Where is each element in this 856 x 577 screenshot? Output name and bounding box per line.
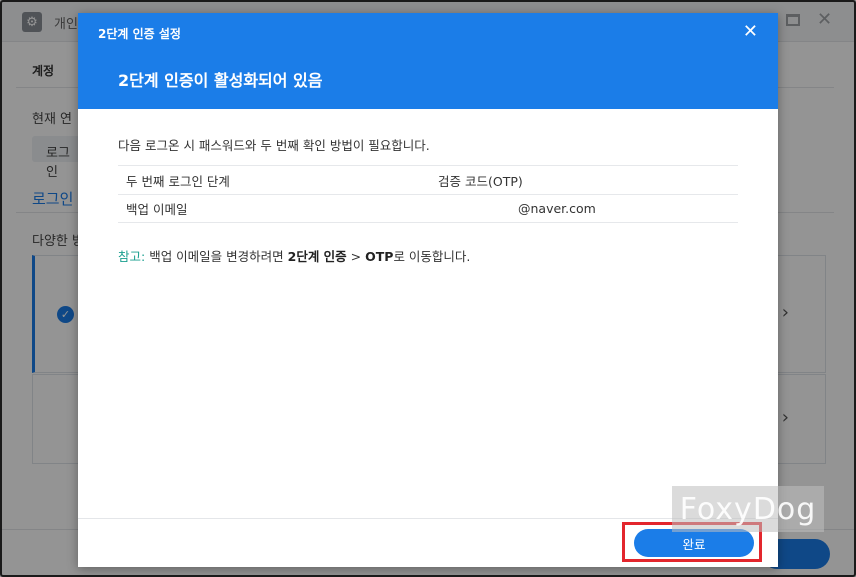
note-link-2fa: 2단계 인증 <box>287 249 347 264</box>
note-text-part: 로 이동합니다. <box>393 249 471 264</box>
row-label: 백업 이메일 <box>126 202 188 217</box>
table-row: 두 번째 로그인 단계 검증 코드(OTP) <box>118 165 738 194</box>
dialog-title: 2단계 인증 설정 <box>98 27 181 41</box>
note-text-part: 백업 이메일을 변경하려면 <box>145 249 288 264</box>
row-value: 검증 코드(OTP) <box>438 173 523 189</box>
note-text-part: > <box>346 249 366 264</box>
info-table: 두 번째 로그인 단계 검증 코드(OTP) 백업 이메일 @naver.com <box>118 165 738 223</box>
close-icon[interactable]: ✕ <box>743 21 758 42</box>
watermark: FoxyDog <box>672 486 824 532</box>
dialog-description: 다음 로그온 시 패스워드와 두 번째 확인 방법이 필요합니다. <box>118 138 430 153</box>
note-label: 참고: <box>118 249 146 264</box>
note-link-otp: OTP <box>365 249 394 264</box>
two-factor-dialog: 2단계 인증 설정 ✕ 2단계 인증이 활성화되어 있음 다음 로그온 시 패스… <box>78 13 778 567</box>
dialog-header: 2단계 인증 설정 ✕ 2단계 인증이 활성화되어 있음 <box>78 13 778 109</box>
dialog-heading: 2단계 인증이 활성화되어 있음 <box>118 71 323 90</box>
row-label: 두 번째 로그인 단계 <box>126 173 230 189</box>
row-value: @naver.com <box>518 201 596 216</box>
note-text: 참고: 백업 이메일을 변경하려면 2단계 인증 > OTP로 이동합니다. <box>118 246 470 265</box>
table-row: 백업 이메일 @naver.com <box>118 194 738 223</box>
